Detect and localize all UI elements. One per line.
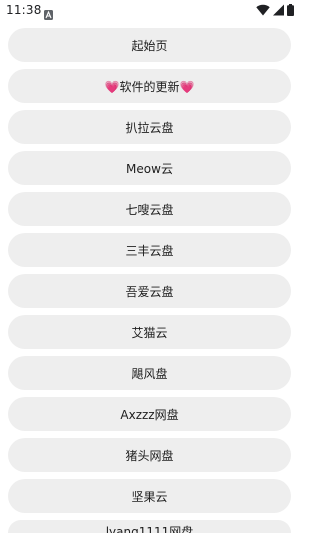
- cellular-signal-icon: [273, 4, 284, 16]
- menu-item-qisou-cloud[interactable]: 七嗖云盘: [8, 192, 291, 226]
- menu-item-label: 三丰云盘: [125, 243, 174, 258]
- menu-item-sanfeng-cloud[interactable]: 三丰云盘: [8, 233, 291, 267]
- menu-item-aimao-cloud[interactable]: 艾猫云: [8, 315, 291, 349]
- menu-item-label: 坚果云: [131, 489, 168, 504]
- menu-item-label: 飓风盘: [131, 366, 168, 381]
- menu-item-label: 猪头网盘: [125, 448, 174, 463]
- menu-item-label: Meow云: [126, 161, 173, 176]
- app-screen: 11:38 起始页 💗软件的更新💗 扒拉云盘 Meow云 七嗖云盘 三丰云盘 吾…: [0, 0, 300, 533]
- status-icons: [256, 4, 294, 16]
- menu-item-label: 💗软件的更新💗: [104, 79, 195, 94]
- menu-item-wuai-cloud[interactable]: 吾爱云盘: [8, 274, 291, 308]
- menu-item-zhutou-disk[interactable]: 猪头网盘: [8, 438, 291, 472]
- battery-icon: [287, 4, 294, 16]
- menu-item-label: lyang1111网盘: [105, 525, 194, 533]
- wifi-icon: [256, 4, 270, 16]
- status-time: 11:38: [6, 3, 42, 17]
- status-bar: 11:38: [0, 0, 300, 22]
- menu-item-software-update[interactable]: 💗软件的更新💗: [8, 69, 291, 103]
- menu-item-label: Axzzz网盘: [120, 407, 179, 422]
- menu-item-label: 起始页: [131, 38, 168, 53]
- menu-item-start-page[interactable]: 起始页: [8, 28, 291, 62]
- menu-item-label: 艾猫云: [131, 325, 168, 340]
- menu-item-meow-cloud[interactable]: Meow云: [8, 151, 291, 185]
- menu-item-lyang-disk[interactable]: lyang1111网盘: [8, 520, 291, 533]
- app-notification-icon: [44, 5, 53, 20]
- menu-item-label: 扒拉云盘: [125, 120, 174, 135]
- menu-item-jufeng-disk[interactable]: 飓风盘: [8, 356, 291, 390]
- menu-item-jianguo-cloud[interactable]: 坚果云: [8, 479, 291, 513]
- menu-item-label: 吾爱云盘: [125, 284, 174, 299]
- menu-item-axzzz-disk[interactable]: Axzzz网盘: [8, 397, 291, 431]
- menu-item-bala-cloud[interactable]: 扒拉云盘: [8, 110, 291, 144]
- menu-item-label: 七嗖云盘: [125, 202, 174, 217]
